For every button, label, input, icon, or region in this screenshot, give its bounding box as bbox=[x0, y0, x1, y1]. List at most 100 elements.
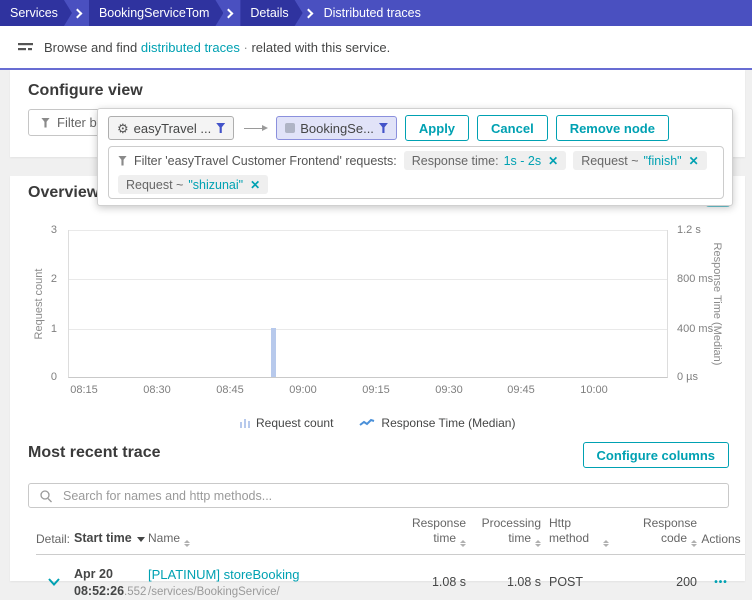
sort-icon bbox=[603, 540, 609, 547]
funnel-icon bbox=[379, 123, 388, 133]
filter-chip-request-shizunai: Request ~ "shizunai" ✕ bbox=[118, 175, 268, 194]
legend-label: Response Time (Median) bbox=[381, 416, 515, 430]
x-tick: 08:30 bbox=[143, 384, 171, 396]
overview-card: Overview ••• 3 2 1 0 1.2 s 800 ms 400 ms… bbox=[10, 176, 745, 581]
cancel-button[interactable]: Cancel bbox=[477, 115, 548, 141]
recent-trace-header: Most recent trace Configure columns bbox=[10, 444, 745, 472]
chevron-down-icon bbox=[48, 578, 60, 586]
col-header-actions: Actions bbox=[697, 532, 745, 547]
remove-node-button[interactable]: Remove node bbox=[556, 115, 669, 141]
chart-plot-area: 3 2 1 0 1.2 s 800 ms 400 ms 0 µs Request… bbox=[68, 230, 668, 378]
y-tick-right: 800 ms bbox=[677, 273, 713, 285]
node-chip-label: BookingSe... bbox=[300, 121, 374, 136]
col-header-name[interactable]: Name bbox=[148, 531, 330, 547]
x-tick: 08:45 bbox=[216, 384, 244, 396]
search-icon bbox=[39, 489, 53, 503]
request-filter-box: Filter 'easyTravel Customer Frontend' re… bbox=[108, 146, 724, 199]
table-header: Detail: Start time Name Responsetime Pro… bbox=[36, 516, 745, 555]
configure-view-title: Configure view bbox=[28, 82, 745, 100]
apply-button[interactable]: Apply bbox=[405, 115, 469, 141]
filter-popup: ⚙ easyTravel ... BookingSe... Apply Canc… bbox=[97, 108, 733, 206]
chevron-right-icon bbox=[224, 8, 234, 18]
funnel-icon bbox=[216, 123, 225, 133]
filter-chip-label: Request ~ bbox=[126, 178, 183, 192]
breadcrumb: Services BookingServiceTom Details Distr… bbox=[0, 0, 752, 26]
y-tick-left: 1 bbox=[51, 323, 57, 335]
chevron-right-icon bbox=[72, 8, 82, 18]
trace-name-link[interactable]: [PLATINUM] storeBooking bbox=[148, 567, 299, 582]
chevron-right-icon bbox=[303, 8, 313, 18]
distributed-traces-link[interactable]: distributed traces bbox=[141, 40, 240, 55]
chart-legend: Request count Response Time (Median) bbox=[10, 416, 745, 430]
filter-chip-label: Response time: bbox=[412, 154, 499, 168]
gridline bbox=[69, 329, 667, 330]
line-series-icon bbox=[359, 418, 375, 428]
remove-filter-icon[interactable]: ✕ bbox=[250, 178, 260, 192]
gear-icon: ⚙ bbox=[117, 122, 129, 135]
name-cell: [PLATINUM] storeBooking /services/Bookin… bbox=[148, 567, 330, 598]
left-axis-title: Request count bbox=[33, 269, 45, 340]
x-tick: 09:45 bbox=[507, 384, 535, 396]
expand-row-button[interactable] bbox=[36, 578, 74, 586]
y-tick-left: 2 bbox=[51, 273, 57, 285]
traces-icon bbox=[18, 42, 34, 52]
node-connector-arrow bbox=[244, 128, 266, 129]
subheader: Browse and find distributed traces · rel… bbox=[0, 26, 752, 68]
legend-item-request-count[interactable]: Request count bbox=[240, 416, 334, 430]
configure-columns-button[interactable]: Configure columns bbox=[583, 442, 729, 468]
legend-item-response-time[interactable]: Response Time (Median) bbox=[359, 416, 515, 430]
x-tick: 09:00 bbox=[289, 384, 317, 396]
col-header-http-method[interactable]: Httpmethod bbox=[541, 516, 615, 547]
search-input[interactable] bbox=[63, 489, 718, 503]
gridline bbox=[69, 279, 667, 280]
x-tick: 09:15 bbox=[362, 384, 390, 396]
subheader-text: Browse and find distributed traces · rel… bbox=[44, 40, 390, 55]
filter-node-row: ⚙ easyTravel ... BookingSe... Apply Canc… bbox=[108, 113, 722, 143]
y-tick-right: 1.2 s bbox=[677, 224, 701, 236]
filter-icon bbox=[118, 156, 127, 166]
col-header-processing-time[interactable]: Processingtime bbox=[466, 516, 541, 547]
col-header-detail: Detail: bbox=[36, 532, 74, 547]
response-code-cell: 200 bbox=[615, 575, 697, 589]
service-icon bbox=[285, 123, 295, 133]
http-method-cell: POST bbox=[541, 575, 615, 589]
y-tick-left: 3 bbox=[51, 224, 57, 236]
remove-filter-icon[interactable]: ✕ bbox=[689, 154, 699, 168]
sort-icon bbox=[184, 540, 190, 547]
col-header-start-time[interactable]: Start time bbox=[74, 531, 148, 547]
overview-chart: 3 2 1 0 1.2 s 800 ms 400 ms 0 µs Request… bbox=[10, 230, 745, 402]
node-chip-easytravel[interactable]: ⚙ easyTravel ... bbox=[108, 116, 234, 140]
gridline bbox=[69, 230, 667, 231]
x-tick: 09:30 bbox=[435, 384, 463, 396]
breadcrumb-current: Distributed traces bbox=[324, 6, 421, 20]
y-tick-right: 400 ms bbox=[677, 323, 713, 335]
x-tick: 08:15 bbox=[70, 384, 98, 396]
start-time-cell: Apr 20 08:52:26.552 bbox=[74, 567, 148, 598]
trace-search bbox=[28, 483, 729, 508]
chart-bar bbox=[271, 328, 276, 377]
right-axis-title: Response Time (Median) bbox=[711, 243, 723, 366]
bar-series-icon bbox=[240, 418, 251, 428]
filter-chip-response-time: Response time: 1s - 2s ✕ bbox=[404, 151, 566, 170]
filter-chip-value: "shizunai" bbox=[188, 178, 243, 192]
filter-chip-label: Request ~ bbox=[581, 154, 638, 168]
col-header-response-time[interactable]: Responsetime bbox=[330, 516, 466, 547]
node-chip-bookingservice[interactable]: BookingSe... bbox=[276, 116, 397, 140]
remove-filter-icon[interactable]: ✕ bbox=[548, 154, 558, 168]
y-tick-right: 0 µs bbox=[677, 371, 698, 383]
sort-desc-icon bbox=[137, 537, 145, 542]
legend-label: Request count bbox=[256, 416, 333, 430]
breadcrumb-item-bookingservicetom[interactable]: BookingServiceTom bbox=[89, 0, 223, 26]
filter-chip-value: 1s - 2s bbox=[504, 154, 542, 168]
table-row: Apr 20 08:52:26.552 [PLATINUM] storeBook… bbox=[36, 555, 745, 600]
col-header-response-code[interactable]: Responsecode bbox=[615, 516, 697, 547]
row-actions-button[interactable]: ••• bbox=[697, 577, 745, 588]
breadcrumb-item-services[interactable]: Services bbox=[0, 0, 72, 26]
subheader-suffix: related with this service. bbox=[251, 40, 390, 55]
processing-time-cell: 1.08 s bbox=[466, 575, 541, 589]
subheader-prefix: Browse and find bbox=[44, 40, 137, 55]
node-chip-label: easyTravel ... bbox=[134, 121, 212, 136]
filter-chip-value: "finish" bbox=[644, 154, 682, 168]
breadcrumb-item-details[interactable]: Details bbox=[240, 0, 302, 26]
request-filter-label: Filter 'easyTravel Customer Frontend' re… bbox=[134, 154, 397, 168]
